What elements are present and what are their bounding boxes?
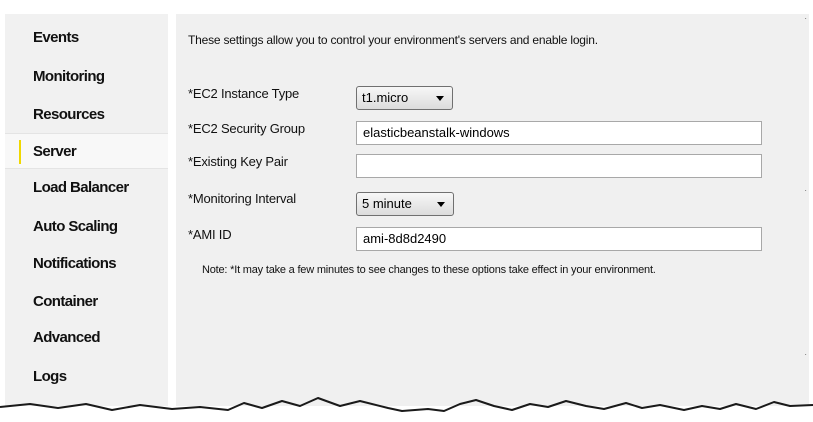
instance-type-label: *EC2 Instance Type <box>188 86 300 101</box>
sidebar-item-notifications[interactable]: Notifications <box>5 246 168 282</box>
sidebar-item-monitoring[interactable]: Monitoring <box>5 59 168 95</box>
server-settings-form: These settings allow you to control your… <box>176 14 809 406</box>
security-group-label: *EC2 Security Group <box>188 121 305 136</box>
chevron-down-icon <box>436 96 444 101</box>
monitoring-interval-value: 5 minute <box>362 196 412 211</box>
monitoring-interval-dropdown[interactable]: 5 minute <box>356 192 454 216</box>
sidebar-item-events[interactable]: Events <box>5 20 168 56</box>
sidebar-item-advanced[interactable]: Advanced <box>5 320 168 356</box>
ami-id-label: *AMI ID <box>188 227 232 242</box>
sidebar-item-auto-scaling[interactable]: Auto Scaling <box>5 209 168 245</box>
chevron-down-icon <box>437 202 445 207</box>
monitoring-interval-label: *Monitoring Interval <box>188 191 296 206</box>
settings-panel: Events Monitoring Resources Server Load … <box>0 0 813 422</box>
sidebar-item-container[interactable]: Container <box>5 284 168 320</box>
scroll-edge-mark: · <box>804 350 807 359</box>
note-text: Note: *It may take a few minutes to see … <box>202 264 656 276</box>
instance-type-dropdown[interactable]: t1.micro <box>356 86 453 110</box>
sidebar-item-resources[interactable]: Resources <box>5 97 168 133</box>
active-indicator <box>19 140 21 164</box>
sidebar-item-server[interactable]: Server <box>5 133 168 169</box>
torn-edge <box>0 397 813 412</box>
scroll-edge-mark: · <box>804 14 807 23</box>
sidebar-item-load-balancer[interactable]: Load Balancer <box>5 170 168 206</box>
instance-type-value: t1.micro <box>362 90 409 105</box>
intro-text: These settings allow you to control your… <box>188 33 598 47</box>
sidebar-item-logs[interactable]: Logs <box>5 359 168 395</box>
ami-id-input[interactable]: ami-8d8d2490 <box>356 227 762 251</box>
security-group-input[interactable]: elasticbeanstalk-windows <box>356 121 762 145</box>
key-pair-input[interactable] <box>356 154 762 178</box>
sidebar-nav: Events Monitoring Resources Server Load … <box>5 14 168 406</box>
scroll-edge-mark: · <box>804 186 807 195</box>
sidebar-item-label: Server <box>33 143 77 160</box>
key-pair-label: *Existing Key Pair <box>188 154 288 169</box>
